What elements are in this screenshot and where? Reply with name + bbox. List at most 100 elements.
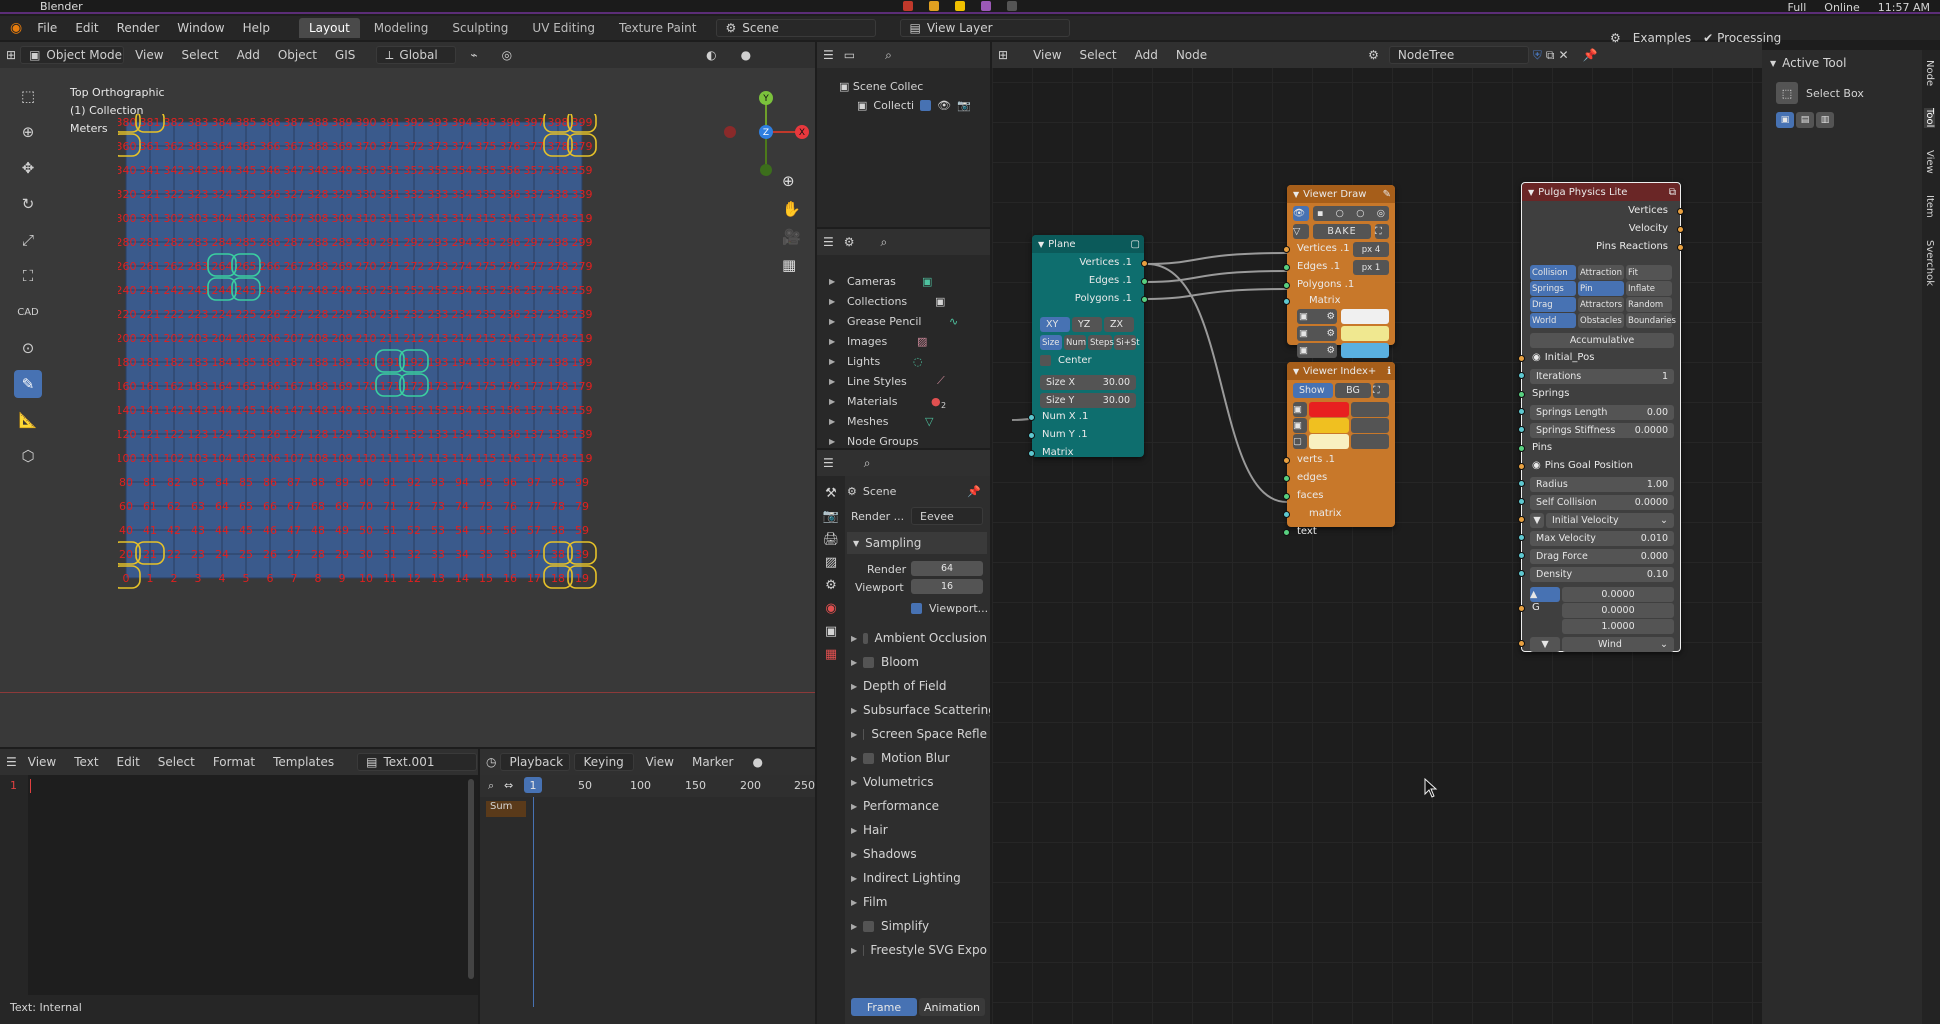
socket-in-matrix[interactable] (1283, 298, 1290, 305)
scale-tool-icon[interactable]: ⤢ (14, 226, 42, 254)
gizmo-neg-x-axis[interactable] (724, 126, 736, 138)
text-editor[interactable]: ☰ View Text Edit Select Format Templates… (0, 749, 478, 1024)
tab-animation[interactable]: Animation (919, 998, 985, 1016)
vertex-color-options[interactable]: ▣ ⚙ (1297, 309, 1337, 324)
shading-icon[interactable]: ● (741, 48, 751, 62)
show-button[interactable]: Show (1293, 383, 1333, 398)
search-icon[interactable]: ⌕ (488, 779, 494, 793)
edge-color-swatch[interactable] (1341, 326, 1389, 341)
scene-selector[interactable]: ⚙ Scene (716, 19, 877, 37)
datablock-cameras[interactable]: ▶ Cameras ▣ (817, 271, 990, 291)
density-field[interactable]: Density 0.10 (1530, 567, 1674, 582)
gear-icon[interactable]: ⚙ (1326, 345, 1335, 356)
mode-num-button[interactable]: Num (1064, 335, 1086, 350)
pulga-toggle-button[interactable]: Collision (1530, 265, 1576, 280)
output-tab-icon[interactable]: 🖨 (823, 532, 840, 547)
axis-yz-button[interactable]: YZ (1072, 317, 1102, 332)
socket-in-num-x[interactable] (1028, 414, 1035, 421)
vertex-mode-icon[interactable]: ▪ (1317, 208, 1323, 219)
socket-in-gravity[interactable] (1518, 605, 1525, 612)
edge-color-options[interactable]: ▣ ⚙ (1297, 326, 1337, 341)
playback-menu[interactable]: Playback (500, 753, 571, 771)
app-icon[interactable] (902, 1, 913, 11)
render-panel-header[interactable]: ▶ Depth of Field (847, 674, 987, 698)
outliner-scene-collection[interactable]: ▣ Scene Collec (839, 80, 923, 93)
sidebar-tab-tool[interactable]: Tool (1924, 108, 1935, 128)
select-subtract-icon[interactable]: ▥ (1816, 112, 1834, 128)
max-velocity-field[interactable]: Max Velocity 0.010 (1530, 531, 1674, 546)
text-scrollbar[interactable] (468, 779, 474, 979)
datablock-grease-pencil[interactable]: ▶ Grease Pencil ∿ (817, 311, 990, 331)
pulga-toggle-button[interactable]: World (1530, 313, 1576, 328)
pulga-toggle-button[interactable]: Random (1626, 297, 1672, 312)
node-editor[interactable]: ⊞ View Select Add Node ⚙ NodeTree ⛨ ⧉ ✕ … (992, 42, 1762, 1024)
scene-tab-icon[interactable]: ⚙ (825, 578, 837, 593)
tab-frame[interactable]: Frame (851, 998, 917, 1016)
outliner-collection-row[interactable]: ▣ Collecti 👁 📷 (857, 99, 971, 112)
socket-in-polygons[interactable] (1283, 282, 1290, 289)
face-index-toggle[interactable]: ▢ (1293, 434, 1307, 449)
sidebar-tab-sverchok[interactable]: Sverchok (1924, 240, 1935, 286)
socket-in-springs-stiffness[interactable] (1518, 426, 1525, 433)
pulga-toggle-button[interactable]: Fit (1626, 265, 1672, 280)
blender-file-browser[interactable]: ☰ ⚙ ⌕ ▶ Cameras ▣ ▶ Collections ▣ ▶ Grease Pe… (817, 229, 990, 448)
viewport-3d[interactable]: ⊞ ▣ Object Mode View Select Add Object GI… (0, 42, 815, 747)
datablock-line-styles[interactable]: ▶ Line Styles ⟋ (817, 371, 990, 391)
clock-icon[interactable]: ◷ (486, 755, 496, 769)
measure-tool-icon[interactable]: 📐 (14, 406, 42, 434)
checkbox[interactable] (1040, 355, 1051, 366)
pulga-toggle-button[interactable]: Obstacles (1578, 313, 1624, 328)
socket-out-vertices[interactable] (1677, 208, 1684, 215)
visibility-eye-icon[interactable]: 👁 (1293, 206, 1309, 221)
vertex-color-swatch[interactable] (1341, 309, 1389, 324)
panel-enable-checkbox[interactable] (863, 920, 874, 932)
bg-button[interactable]: BG (1335, 383, 1371, 398)
socket-in-max-velocity[interactable] (1518, 534, 1525, 541)
snap-icon[interactable]: ⌁ (470, 48, 477, 62)
exclude-checkbox[interactable] (920, 100, 932, 111)
initial-velocity-field[interactable]: Initial Velocity ⌄ (1546, 513, 1674, 528)
render-panel-header[interactable]: ▶ Motion Blur (847, 746, 987, 770)
add-cube-tool-icon[interactable]: ⬡ (14, 442, 42, 470)
pulga-toggle-button[interactable]: Springs (1530, 281, 1576, 296)
display-mode-icon[interactable]: ⚙ (844, 235, 855, 249)
size-y-field[interactable]: Size Y 30.00 (1040, 393, 1136, 408)
socket-in-num-y[interactable] (1028, 432, 1035, 439)
center-toggle[interactable]: Center (1040, 355, 1092, 366)
edge-width-field[interactable]: px 1 (1353, 260, 1389, 275)
render-panel-header[interactable]: ▶ Hair (847, 818, 987, 842)
mode-steps-button[interactable]: Steps (1088, 335, 1114, 350)
axis-zx-button[interactable]: ZX (1104, 317, 1134, 332)
editor-type-icon[interactable]: ☰ (823, 456, 834, 470)
springs-length-field[interactable]: Springs Length 0.00 (1530, 405, 1674, 420)
face-color-options[interactable]: ▣ ⚙ (1297, 343, 1337, 358)
record-icon[interactable]: ● (752, 755, 762, 769)
terminal-icon[interactable] (1006, 1, 1017, 11)
menu-text[interactable]: Text (67, 755, 105, 769)
editor-type-icon[interactable]: ☰ (6, 755, 17, 769)
menu-gis[interactable]: GIS (328, 48, 362, 62)
view-layer-tab-icon[interactable]: ▨ (825, 555, 837, 570)
smooth-icon[interactable]: ◎ (1377, 208, 1385, 219)
workspace-tab-texture-paint[interactable]: Texture Paint (609, 18, 706, 38)
active-tool-panel-header[interactable]: ▼ Active Tool (1770, 56, 1846, 70)
pulga-toggle-button[interactable]: Pin (1578, 281, 1624, 296)
gear-icon[interactable]: ⚙ (1326, 311, 1335, 322)
orientation-selector[interactable]: ⟂ Global (376, 46, 457, 64)
vertex-index-color[interactable] (1309, 402, 1349, 417)
vertex-index-bg[interactable] (1351, 402, 1389, 417)
collapse-icon[interactable]: ▼ (1038, 240, 1044, 249)
texture-tab-icon[interactable]: ▦ (825, 647, 837, 662)
settings-icon[interactable]: ⛶ (1373, 383, 1389, 398)
proportional-icon[interactable]: ◎ (502, 48, 512, 62)
select-extend-icon[interactable]: ▤ (1796, 112, 1814, 128)
menu-render[interactable]: Render (110, 21, 167, 35)
mode-selector[interactable]: ▣ Object Mode (20, 46, 125, 64)
menu-templates[interactable]: Templates (266, 755, 341, 769)
panel-enable-checkbox[interactable] (863, 632, 868, 644)
render-panel-header[interactable]: ▶ Subsurface Scattering (847, 698, 990, 722)
pulga-toggle-button[interactable]: Drag (1530, 297, 1576, 312)
toggle-icon[interactable]: ▣ (1299, 345, 1308, 356)
radius-field[interactable]: Radius 1.00 (1530, 477, 1674, 492)
edge-index-color[interactable] (1309, 418, 1349, 433)
